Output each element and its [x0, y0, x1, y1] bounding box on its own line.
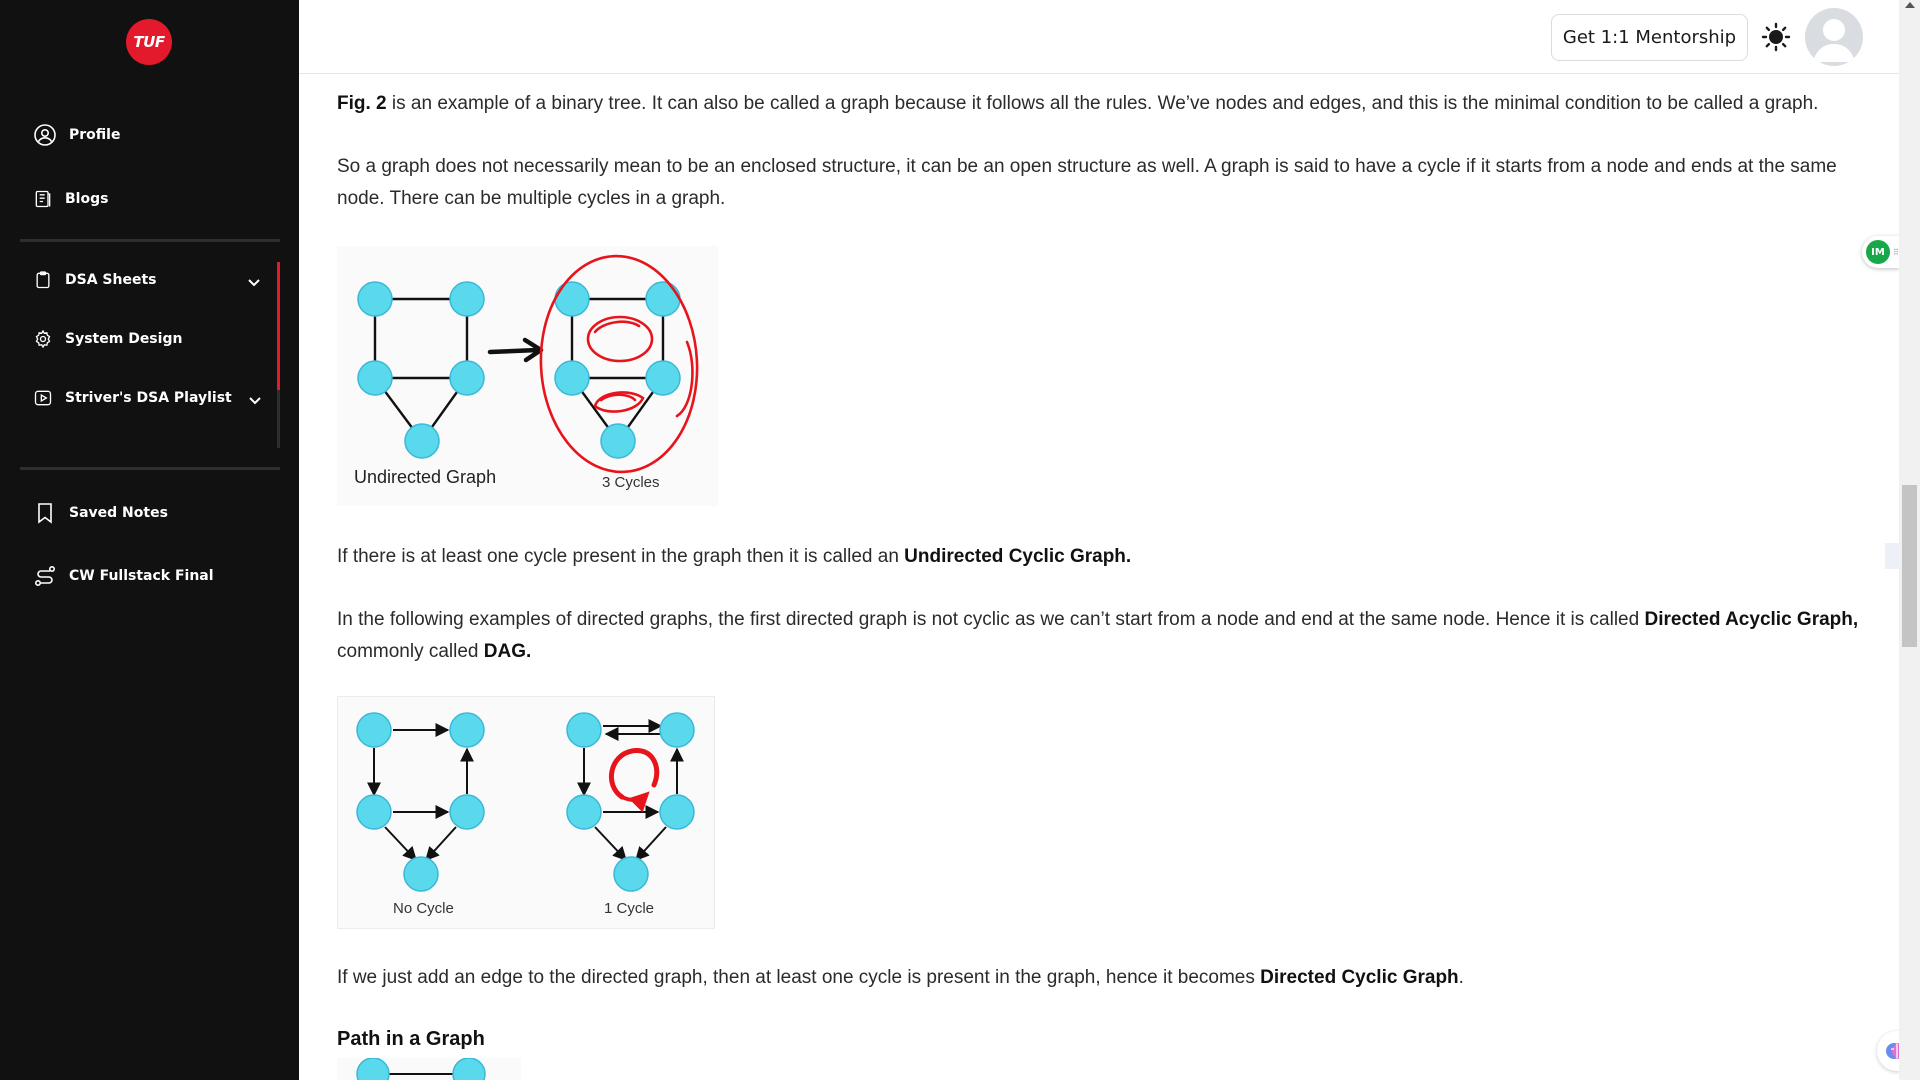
sidebar-item-cw-fullstack[interactable]: CW Fullstack Final: [33, 564, 214, 588]
chevron-down-icon[interactable]: [246, 274, 262, 290]
caption-3-cycles: 3 Cycles: [602, 474, 660, 491]
app-root: TUF Profile Blogs DSA Sheets System Desi…: [0, 0, 1920, 1080]
chevron-down-icon[interactable]: [247, 392, 263, 408]
route-icon: [34, 565, 55, 586]
mentorship-button[interactable]: Get 1:1 Mentorship: [1551, 14, 1748, 61]
tuf-logo[interactable]: TUF: [126, 19, 172, 65]
sidebar-item-label: Blogs: [65, 191, 109, 207]
top-header: Get 1:1 Mentorship: [299, 0, 1899, 74]
sidebar-item-blogs[interactable]: Blogs: [33, 189, 108, 209]
path-graph-diagram: [356, 1058, 486, 1080]
paragraph-dag: In the following examples of directed gr…: [337, 604, 1867, 668]
sidebar-item-dsa-playlist[interactable]: Striver's DSA Playlist: [33, 388, 232, 408]
bold-text: Directed Cyclic Graph: [1260, 967, 1459, 988]
clipboard-icon: [36, 271, 50, 289]
extension-badge-text: IM: [1866, 240, 1890, 264]
sidebar-divider: [20, 239, 280, 242]
side-panel-tab[interactable]: [1885, 543, 1899, 569]
bold-text: DAG.: [483, 641, 532, 662]
directed-graph-diagram: [356, 712, 695, 892]
scrollbar-thumb[interactable]: [1902, 485, 1917, 647]
sidebar-item-label: Saved Notes: [69, 505, 168, 521]
bold-text: Undirected Cyclic Graph.: [904, 546, 1132, 567]
sidebar-item-label: System Design: [65, 331, 183, 347]
bookmark-icon: [38, 503, 52, 524]
user-circle-icon: [34, 124, 56, 146]
caption-undirected-graph: Undirected Graph: [354, 467, 497, 487]
paragraph-text: If we just add an edge to the directed g…: [337, 967, 1261, 988]
paragraph-undirected-cyclic: If there is at least one cycle present i…: [337, 541, 1867, 573]
scroll-track: [277, 390, 280, 448]
paragraph-fig2: Fig. 2 is an example of a binary tree. I…: [337, 88, 1867, 120]
article-content: Fig. 2 is an example of a binary tree. I…: [299, 74, 1899, 1080]
sidebar-item-label: Striver's DSA Playlist: [65, 390, 232, 406]
scroll-indicator: [277, 262, 280, 390]
sidebar-item-label: Profile: [69, 127, 121, 143]
sun-icon[interactable]: [1761, 22, 1791, 52]
paragraph-text: commonly called: [337, 641, 484, 662]
blog-icon: [35, 190, 51, 208]
user-avatar-icon: [1813, 19, 1855, 62]
scroll-up-arrow-icon[interactable]: [1905, 2, 1915, 8]
play-icon: [34, 390, 52, 406]
bold-text: Fig. 2: [337, 93, 387, 114]
heading-path-in-graph: Path in a Graph: [337, 1028, 485, 1050]
figure-directed-graphs: No Cycle 1 Cycle: [337, 696, 715, 929]
figure-path-preview: [337, 1058, 521, 1080]
paragraph-text: If there is at least one cycle present i…: [337, 546, 905, 567]
sidebar-item-dsa-sheets[interactable]: DSA Sheets: [33, 270, 156, 290]
sidebar-divider: [20, 467, 280, 470]
paragraph-text: In the following examples of directed gr…: [337, 609, 1645, 630]
drag-handle-icon[interactable]: ⠿: [1893, 248, 1899, 257]
caption-1-cycle: 1 Cycle: [604, 900, 655, 917]
caption-no-cycle: No Cycle: [393, 900, 454, 917]
gear-icon: [35, 329, 51, 349]
sidebar-item-saved-notes[interactable]: Saved Notes: [33, 501, 168, 525]
sidebar: TUF Profile Blogs DSA Sheets System Desi…: [0, 0, 299, 1080]
avatar[interactable]: [1805, 8, 1863, 66]
paragraph-text: is an example of a binary tree. It can a…: [386, 93, 1819, 114]
sidebar-item-profile[interactable]: Profile: [33, 123, 120, 147]
sidebar-item-system-design[interactable]: System Design: [33, 329, 182, 349]
logo-text: TUF: [133, 33, 165, 51]
bold-text: Directed Acyclic Graph,: [1644, 609, 1859, 630]
paragraph-directed-cyclic: If we just add an edge to the directed g…: [337, 962, 1867, 994]
extension-badge[interactable]: IM ⠿: [1862, 236, 1900, 268]
sidebar-item-label: CW Fullstack Final: [69, 568, 214, 584]
sidebar-item-label: DSA Sheets: [65, 272, 157, 288]
paragraph-cycles: So a graph does not necessarily mean to …: [337, 156, 1837, 209]
paragraph-text: .: [1458, 967, 1464, 988]
figure-undirected-graph: Undirected Graph 3 Cycles: [337, 246, 718, 506]
